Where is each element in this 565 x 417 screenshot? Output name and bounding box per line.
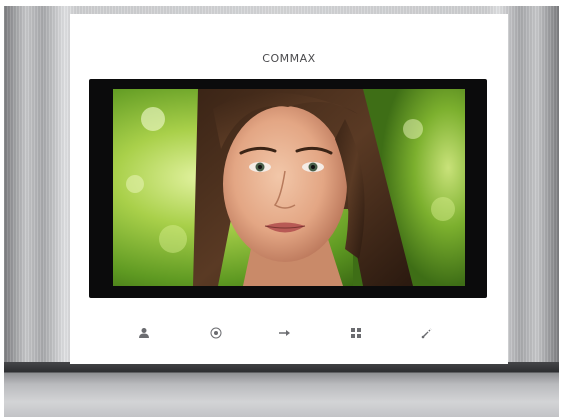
phone-talk-icon	[421, 328, 432, 339]
menu-button[interactable]	[345, 323, 367, 343]
video-display	[113, 89, 465, 286]
menu-grid-icon	[351, 328, 361, 338]
monitor-button[interactable]	[205, 323, 227, 343]
door-open-icon	[279, 330, 290, 336]
door-open-button[interactable]	[274, 323, 296, 343]
monitor-icon	[210, 327, 222, 339]
touch-button-row	[0, 323, 565, 343]
talk-button[interactable]	[416, 323, 438, 343]
person-icon	[139, 328, 149, 338]
housing-bottom-trim	[4, 362, 559, 417]
person-button[interactable]	[133, 323, 155, 343]
brand-logo: COMMAX	[262, 52, 316, 65]
video-feed-image	[113, 89, 465, 286]
